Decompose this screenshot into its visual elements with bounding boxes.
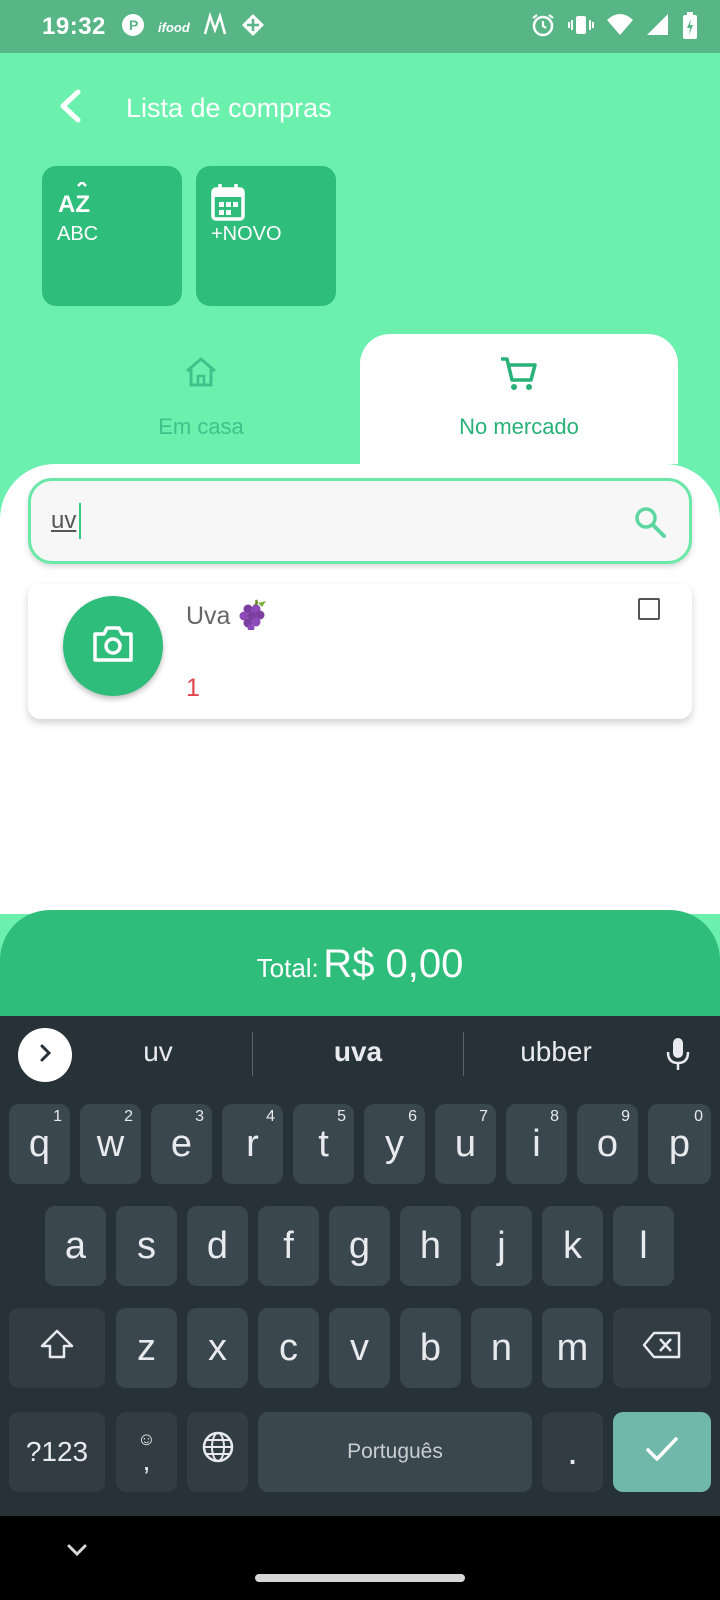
grape-icon bbox=[238, 598, 268, 637]
home-icon bbox=[183, 354, 219, 395]
back-arrow-icon bbox=[56, 89, 86, 128]
cart-icon bbox=[499, 354, 539, 399]
svg-text:AZ: AZ bbox=[58, 191, 90, 218]
list-item[interactable]: Uva 1 bbox=[28, 584, 692, 719]
hide-keyboard-icon[interactable] bbox=[64, 1540, 90, 1565]
key-b[interactable]: b bbox=[400, 1308, 461, 1388]
key-k[interactable]: k bbox=[542, 1206, 603, 1286]
suggestion-divider bbox=[252, 1032, 253, 1076]
key-y[interactable]: y6 bbox=[364, 1104, 425, 1184]
period-key[interactable]: . bbox=[542, 1412, 603, 1492]
text-cursor bbox=[79, 503, 81, 539]
new-list-label: +NOVO bbox=[211, 223, 282, 245]
key-z[interactable]: z bbox=[116, 1308, 177, 1388]
key-d[interactable]: d bbox=[187, 1206, 248, 1286]
key-c[interactable]: c bbox=[258, 1308, 319, 1388]
suggestion-1[interactable]: uv bbox=[68, 1036, 248, 1068]
globe-icon bbox=[201, 1430, 235, 1474]
key-l[interactable]: l bbox=[613, 1206, 674, 1286]
key-w[interactable]: w2 bbox=[80, 1104, 141, 1184]
key-e[interactable]: e3 bbox=[151, 1104, 212, 1184]
camera-icon bbox=[91, 624, 135, 669]
navigation-bar bbox=[0, 1516, 720, 1600]
keyboard: uv uva ubber q1 w2 e3 r4 t5 y6 u7 i8 o9 … bbox=[0, 1016, 720, 1516]
shift-key[interactable] bbox=[9, 1308, 105, 1388]
alarm-icon bbox=[530, 12, 556, 43]
key-h[interactable]: h bbox=[400, 1206, 461, 1286]
search-icon[interactable] bbox=[633, 505, 667, 544]
diamond-icon bbox=[240, 12, 266, 43]
key-g[interactable]: g bbox=[329, 1206, 390, 1286]
key-m[interactable]: m bbox=[542, 1308, 603, 1388]
item-photo-button[interactable] bbox=[63, 596, 163, 696]
back-button[interactable] bbox=[48, 85, 94, 131]
suggestion-strip: uv uva ubber bbox=[0, 1016, 720, 1094]
checkmark-icon bbox=[644, 1431, 680, 1474]
key-i[interactable]: i8 bbox=[506, 1104, 567, 1184]
suggestion-3[interactable]: ubber bbox=[466, 1036, 646, 1068]
language-key[interactable] bbox=[187, 1412, 248, 1492]
key-t[interactable]: t5 bbox=[293, 1104, 354, 1184]
suggestion-divider bbox=[463, 1032, 464, 1076]
tab-em-casa-label: Em casa bbox=[158, 414, 244, 439]
page-title: Lista de compras bbox=[126, 93, 332, 123]
key-q[interactable]: q1 bbox=[9, 1104, 70, 1184]
total-label: Total: bbox=[256, 953, 319, 983]
status-bar: 19:32 P ifood bbox=[0, 0, 720, 53]
mic-icon[interactable] bbox=[664, 1036, 692, 1077]
key-n[interactable]: n bbox=[471, 1308, 532, 1388]
keyboard-expand-button[interactable] bbox=[18, 1028, 72, 1082]
mercado-icon bbox=[202, 11, 228, 43]
vibrate-icon bbox=[568, 12, 594, 43]
key-o[interactable]: o9 bbox=[577, 1104, 638, 1184]
new-list-button[interactable]: +NOVO bbox=[196, 166, 336, 306]
search-box[interactable] bbox=[28, 478, 692, 564]
signal-icon bbox=[646, 12, 670, 43]
status-left-icons: P ifood bbox=[120, 11, 266, 43]
key-j[interactable]: j bbox=[471, 1206, 532, 1286]
space-key[interactable]: Português bbox=[258, 1412, 532, 1492]
item-checkbox[interactable] bbox=[638, 598, 660, 620]
app-header: Lista de compras bbox=[0, 53, 720, 163]
key-p[interactable]: p0 bbox=[648, 1104, 711, 1184]
total-value: R$ 0,00 bbox=[323, 942, 464, 986]
key-a[interactable]: a bbox=[45, 1206, 106, 1286]
wifi-icon bbox=[606, 12, 634, 43]
tab-no-mercado[interactable]: No mercado bbox=[360, 334, 678, 464]
svg-text:P: P bbox=[129, 17, 138, 33]
calendar-icon bbox=[210, 182, 246, 227]
home-handle[interactable] bbox=[255, 1574, 465, 1582]
status-right-icons bbox=[530, 12, 670, 43]
sort-abc-label: ABC bbox=[57, 223, 99, 245]
total-text: Total: R$ 0,00 bbox=[0, 942, 720, 987]
key-r[interactable]: r4 bbox=[222, 1104, 283, 1184]
picpay-icon: P bbox=[120, 12, 146, 43]
backspace-key[interactable] bbox=[613, 1308, 711, 1388]
item-quantity: 1 bbox=[186, 674, 200, 702]
comma-key[interactable]: ☺ , bbox=[116, 1412, 177, 1492]
item-name: Uva bbox=[186, 598, 268, 637]
key-u[interactable]: u7 bbox=[435, 1104, 496, 1184]
chevron-right-icon bbox=[34, 1042, 56, 1069]
symbols-key[interactable]: ?123 bbox=[9, 1412, 105, 1492]
key-s[interactable]: s bbox=[116, 1206, 177, 1286]
status-time: 19:32 bbox=[42, 13, 106, 40]
battery-charging-icon bbox=[682, 12, 698, 45]
enter-key[interactable] bbox=[613, 1412, 711, 1492]
sort-az-icon: AZ bbox=[56, 180, 96, 227]
suggestion-2[interactable]: uva bbox=[268, 1036, 448, 1068]
key-f[interactable]: f bbox=[258, 1206, 319, 1286]
total-bar: Total: R$ 0,00 bbox=[0, 910, 720, 1020]
sort-abc-button[interactable]: AZ ABC bbox=[42, 166, 182, 306]
search-input[interactable] bbox=[51, 501, 591, 541]
key-x[interactable]: x bbox=[187, 1308, 248, 1388]
shift-icon bbox=[39, 1327, 75, 1370]
tab-em-casa[interactable]: Em casa bbox=[42, 334, 360, 464]
ifood-icon: ifood bbox=[158, 20, 190, 35]
tab-no-mercado-label: No mercado bbox=[459, 414, 579, 439]
key-v[interactable]: v bbox=[329, 1308, 390, 1388]
backspace-icon bbox=[642, 1327, 682, 1370]
